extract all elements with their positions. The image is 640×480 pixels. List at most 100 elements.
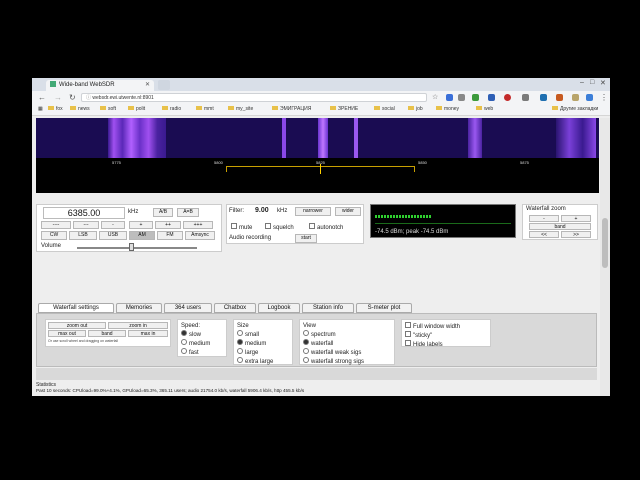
size-extra-large-radio[interactable]: extra large xyxy=(237,357,289,366)
scroll-left-button[interactable]: << xyxy=(529,231,559,238)
tab-chatbox[interactable]: Chatbox xyxy=(214,303,256,313)
extension-icon[interactable] xyxy=(572,94,579,101)
extension-icon[interactable] xyxy=(522,94,529,101)
tab-station-info[interactable]: Station info xyxy=(302,303,354,313)
zoom-out-button[interactable]: zoom out xyxy=(48,322,106,329)
step-button[interactable]: - xyxy=(101,221,125,229)
tuning-marker[interactable] xyxy=(320,164,321,174)
checkbox-icon xyxy=(405,331,411,337)
new-tab-button[interactable] xyxy=(158,80,170,90)
menu-icon[interactable]: ⋮ xyxy=(600,93,608,102)
mode-usb-button[interactable]: USB xyxy=(99,231,127,240)
tab-users[interactable]: 364 users xyxy=(164,303,212,313)
bookmark-emigration[interactable]: ЭМИГРАЦИЯ xyxy=(272,105,311,114)
frequency-scale[interactable]: 5775 5800 5825 5850 5875 xyxy=(36,158,599,193)
narrower-button[interactable]: narrower xyxy=(295,207,331,216)
bookmark-web[interactable]: web xyxy=(476,105,493,114)
wider-button[interactable]: wider xyxy=(335,207,361,216)
mode-cw-button[interactable]: CW xyxy=(41,231,67,240)
ab-button[interactable]: A/B xyxy=(153,208,173,217)
reload-icon[interactable]: ↻ xyxy=(69,93,76,102)
bookmark-fox[interactable]: fox xyxy=(48,105,63,114)
favicon-icon xyxy=(50,81,56,87)
bookmark-mmt[interactable]: mmt xyxy=(196,105,214,114)
mode-lsb-button[interactable]: LSB xyxy=(69,231,97,240)
sticky-checkbox[interactable]: "sticky" xyxy=(405,331,487,340)
forward-icon[interactable]: → xyxy=(54,93,62,102)
max-out-button[interactable]: max out xyxy=(48,330,86,337)
page-scrollbar[interactable] xyxy=(600,118,610,396)
size-medium-radio[interactable]: medium xyxy=(237,339,289,348)
autonotch-checkbox[interactable]: autonotch xyxy=(309,223,343,231)
bookmark-news[interactable]: news xyxy=(70,105,90,114)
speed-slow-radio[interactable]: slow xyxy=(181,330,223,339)
extension-icon[interactable] xyxy=(446,94,453,101)
back-icon[interactable]: ← xyxy=(38,93,46,102)
extension-icon[interactable] xyxy=(504,94,511,101)
volume-slider-handle[interactable] xyxy=(129,243,134,251)
speed-medium-radio[interactable]: medium xyxy=(181,339,223,348)
apps-icon[interactable]: ▦ xyxy=(38,105,43,114)
browser-tab[interactable]: Wide-band WebSDR ✕ xyxy=(46,80,154,91)
waterfall-signal xyxy=(108,118,166,158)
extension-icon[interactable] xyxy=(458,94,465,101)
bookmark-other[interactable]: Другие закладки xyxy=(552,105,598,114)
bookmark-soft[interactable]: soft xyxy=(100,105,116,114)
aeqb-button[interactable]: A=B xyxy=(177,208,199,217)
size-small-radio[interactable]: small xyxy=(237,330,289,339)
step-button[interactable]: --- xyxy=(73,221,99,229)
mute-checkbox[interactable]: mute xyxy=(231,223,252,231)
extension-icon[interactable] xyxy=(540,94,547,101)
mode-am-button[interactable]: AM xyxy=(129,231,155,240)
speed-fast-radio[interactable]: fast xyxy=(181,348,223,357)
extension-icon[interactable] xyxy=(488,94,495,101)
maximize-icon[interactable]: □ xyxy=(590,79,594,86)
frequency-input[interactable]: 6385.00 xyxy=(43,207,125,219)
bookmark-money[interactable]: money xyxy=(436,105,459,114)
extension-icon[interactable] xyxy=(472,94,479,101)
extension-icon[interactable] xyxy=(586,94,593,101)
full-width-checkbox[interactable]: Full window width xyxy=(405,322,487,331)
minimize-icon[interactable]: – xyxy=(580,79,584,86)
zoom-band-button[interactable]: band xyxy=(529,223,591,230)
step-button[interactable]: ++ xyxy=(155,221,181,229)
zoom-minus-button[interactable]: - xyxy=(529,215,559,222)
folder-icon xyxy=(408,106,414,110)
tab-memories[interactable]: Memories xyxy=(116,303,162,313)
hide-labels-checkbox[interactable]: Hide labels xyxy=(405,340,487,349)
bookmark-polit[interactable]: polit xyxy=(128,105,145,114)
close-window-icon[interactable]: ✕ xyxy=(600,79,606,87)
view-spectrum-radio[interactable]: spectrum xyxy=(303,330,391,339)
view-weak-sigs-radio[interactable]: waterfall weak sigs xyxy=(303,348,391,357)
bookmark-radio[interactable]: radio xyxy=(162,105,181,114)
step-button[interactable]: +++ xyxy=(183,221,213,229)
bookmark-star-icon[interactable]: ☆ xyxy=(432,93,438,101)
bookmark-zrenie[interactable]: ЗРЕНИЕ xyxy=(330,105,358,114)
bookmark-my-site[interactable]: my_site xyxy=(228,105,253,114)
max-in-button[interactable]: max in xyxy=(128,330,168,337)
view-strong-sigs-radio[interactable]: waterfall strong sigs xyxy=(303,357,391,366)
volume-slider-track[interactable] xyxy=(77,247,197,249)
band-button[interactable]: band xyxy=(88,330,126,337)
bookmark-social[interactable]: social xyxy=(374,105,395,114)
scrollbar-thumb[interactable] xyxy=(602,218,608,268)
close-tab-icon[interactable]: ✕ xyxy=(145,80,150,91)
extension-icon[interactable] xyxy=(556,94,563,101)
squelch-checkbox[interactable]: squelch xyxy=(265,223,294,231)
start-recording-button[interactable]: start xyxy=(295,234,317,243)
tab-smeter-plot[interactable]: S-meter plot xyxy=(356,303,412,313)
step-button[interactable]: ---- xyxy=(41,221,71,229)
scroll-right-button[interactable]: >> xyxy=(561,231,591,238)
bookmark-job[interactable]: job xyxy=(408,105,423,114)
zoom-plus-button[interactable]: + xyxy=(561,215,591,222)
view-waterfall-radio[interactable]: waterfall xyxy=(303,339,391,348)
url-input[interactable]: ⓘ websdr.ewi.utwente.nl:8901 xyxy=(81,93,427,102)
mode-amsync-button[interactable]: Amsync xyxy=(185,231,215,240)
zoom-in-button[interactable]: zoom in xyxy=(108,322,168,329)
step-button[interactable]: + xyxy=(129,221,153,229)
tab-waterfall-settings[interactable]: Waterfall settings xyxy=(38,303,114,313)
waterfall-display[interactable] xyxy=(36,118,599,158)
size-large-radio[interactable]: large xyxy=(237,348,289,357)
tab-logbook[interactable]: Logbook xyxy=(258,303,300,313)
mode-fm-button[interactable]: FM xyxy=(157,231,183,240)
